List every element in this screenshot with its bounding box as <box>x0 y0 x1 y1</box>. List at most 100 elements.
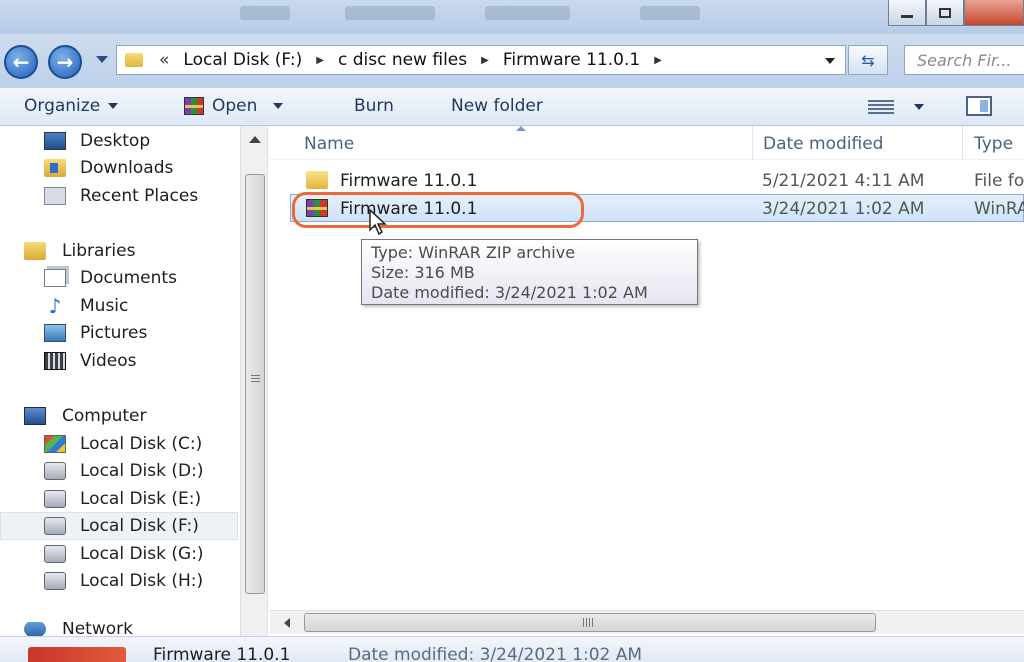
chevron-right-icon[interactable]: ▶ <box>316 55 324 66</box>
file-info-tooltip: Type: WinRAR ZIP archive Size: 316 MB Da… <box>361 239 698 305</box>
tooltip-type: Type: WinRAR ZIP archive <box>371 243 576 262</box>
nav-item-drive-d[interactable]: Local Disk (D:) <box>44 458 203 484</box>
table-row[interactable]: Firmware 11.0.1 5/21/2021 4:11 AM File f… <box>290 167 1024 195</box>
nav-item-computer[interactable]: Computer <box>24 403 147 429</box>
nav-item-network[interactable]: Network <box>24 622 133 636</box>
mouse-cursor-icon <box>369 208 387 236</box>
system-drive-icon <box>44 435 66 453</box>
search-box[interactable] <box>904 45 1024 75</box>
nav-item-label: Downloads <box>80 158 174 178</box>
libraries-icon <box>24 242 46 260</box>
view-options-dropdown[interactable] <box>906 104 924 110</box>
chevron-right-icon[interactable]: ▶ <box>654 55 662 66</box>
nav-item-recent-places[interactable]: Recent Places <box>44 183 198 209</box>
column-header-name[interactable]: Name <box>304 134 354 154</box>
column-divider[interactable] <box>752 126 753 160</box>
hard-drive-icon <box>44 517 66 535</box>
refresh-button[interactable]: ⇆ <box>848 45 888 75</box>
nav-item-drive-g[interactable]: Local Disk (G:) <box>44 541 204 567</box>
breadcrumb-local-disk-f[interactable]: Local Disk (F:) <box>183 50 302 70</box>
navigation-pane: Desktop Downloads Recent Places Librarie… <box>0 126 240 636</box>
change-view-icon[interactable] <box>868 100 894 114</box>
blurred-title-text <box>640 6 700 20</box>
forward-button[interactable]: → <box>48 45 82 79</box>
nav-item-music[interactable]: ♪ Music <box>44 293 129 319</box>
scroll-up-arrow-icon[interactable] <box>249 136 261 143</box>
file-date-modified: 3/24/2021 1:02 AM <box>762 199 925 219</box>
computer-icon <box>24 407 46 425</box>
nav-item-libraries[interactable]: Libraries <box>24 238 135 264</box>
nav-item-label: Local Disk (F:) <box>80 516 199 536</box>
nav-item-desktop[interactable]: Desktop <box>44 128 150 154</box>
new-folder-button[interactable]: New folder <box>451 96 543 116</box>
blurred-title-text <box>240 6 290 20</box>
address-history-dropdown[interactable] <box>825 58 835 64</box>
recent-places-icon <box>44 187 66 205</box>
column-header-type[interactable]: Type <box>974 134 1013 154</box>
nav-item-label: Desktop <box>80 131 151 151</box>
nav-item-label: Network <box>62 622 133 636</box>
tooltip-date-modified: Date modified: 3/24/2021 1:02 AM <box>371 283 648 302</box>
burn-button[interactable]: Burn <box>354 96 394 116</box>
recent-pages-dropdown[interactable] <box>96 56 108 63</box>
nav-item-drive-c[interactable]: Local Disk (C:) <box>44 431 202 457</box>
maximize-button[interactable] <box>926 0 964 26</box>
dropdown-arrow-icon <box>108 103 119 109</box>
nav-item-pictures[interactable]: Pictures <box>44 320 147 346</box>
details-pane: Firmware 11.0.1 Date modified: 3/24/2021… <box>0 636 1024 662</box>
address-bar[interactable]: « Local Disk (F:) ▶ c disc new files ▶ F… <box>116 45 846 75</box>
close-button[interactable] <box>964 0 1024 26</box>
command-toolbar: Organize Open Burn New folder <box>0 88 1024 126</box>
nav-item-label: Computer <box>62 406 147 426</box>
dropdown-arrow-icon[interactable] <box>273 103 284 109</box>
maximize-icon <box>939 7 951 18</box>
nav-item-downloads[interactable]: Downloads <box>44 155 173 181</box>
music-note-icon: ♪ <box>48 294 62 318</box>
breadcrumb-overflow[interactable]: « <box>159 50 169 70</box>
scrollbar-thumb[interactable] <box>304 613 876 632</box>
forward-arrow-icon: → <box>56 50 74 74</box>
back-button[interactable]: ← <box>4 45 38 79</box>
nav-item-drive-e[interactable]: Local Disk (E:) <box>44 486 201 512</box>
hard-drive-icon <box>44 545 66 563</box>
organize-label: Organize <box>24 96 101 116</box>
back-arrow-icon: ← <box>12 50 30 74</box>
hard-drive-icon <box>44 490 66 508</box>
preview-pane-icon[interactable] <box>966 96 992 116</box>
file-list-horizontal-scrollbar[interactable] <box>270 610 1024 634</box>
sort-ascending-icon <box>516 126 526 131</box>
breadcrumb-c-disc-new-files[interactable]: c disc new files <box>338 50 467 70</box>
scrollbar-thumb[interactable] <box>245 174 265 594</box>
minimize-button[interactable] <box>888 0 926 26</box>
nav-item-label: Local Disk (G:) <box>80 544 204 564</box>
desktop-icon <box>44 132 66 150</box>
organize-button[interactable]: Organize <box>24 96 119 116</box>
downloads-icon <box>44 159 66 177</box>
column-header-date-modified[interactable]: Date modified <box>763 134 883 154</box>
documents-icon <box>44 269 66 287</box>
nav-pane-scrollbar[interactable] <box>240 126 268 636</box>
nav-item-label: Documents <box>80 268 177 288</box>
breadcrumb-firmware[interactable]: Firmware 11.0.1 <box>503 50 640 70</box>
nav-item-documents[interactable]: Documents <box>44 265 177 291</box>
new-folder-label: New folder <box>451 96 543 116</box>
nav-item-videos[interactable]: Videos <box>44 348 137 374</box>
scroll-left-arrow-icon[interactable] <box>284 618 290 628</box>
nav-item-label: Recent Places <box>80 186 199 206</box>
chevron-right-icon[interactable]: ▶ <box>481 55 489 66</box>
nav-item-drive-h[interactable]: Local Disk (H:) <box>44 568 203 594</box>
column-divider[interactable] <box>962 126 963 160</box>
address-row: ← → « Local Disk (F:) ▶ c disc new files… <box>0 34 1024 88</box>
search-input[interactable] <box>917 50 1024 70</box>
nav-item-label: Local Disk (E:) <box>80 489 202 509</box>
open-button[interactable]: Open <box>184 96 284 116</box>
file-date-modified: 5/21/2021 4:11 AM <box>762 171 925 191</box>
file-type: WinRA <box>974 199 1024 219</box>
file-type: File fo <box>974 171 1024 191</box>
annotation-highlight-ring <box>292 192 584 228</box>
nav-item-label: Music <box>80 296 129 316</box>
dropdown-arrow-icon <box>914 104 924 110</box>
nav-item-drive-f[interactable]: Local Disk (F:) <box>0 512 238 540</box>
hard-drive-icon <box>44 462 66 480</box>
details-file-name: Firmware 11.0.1 <box>153 645 291 662</box>
